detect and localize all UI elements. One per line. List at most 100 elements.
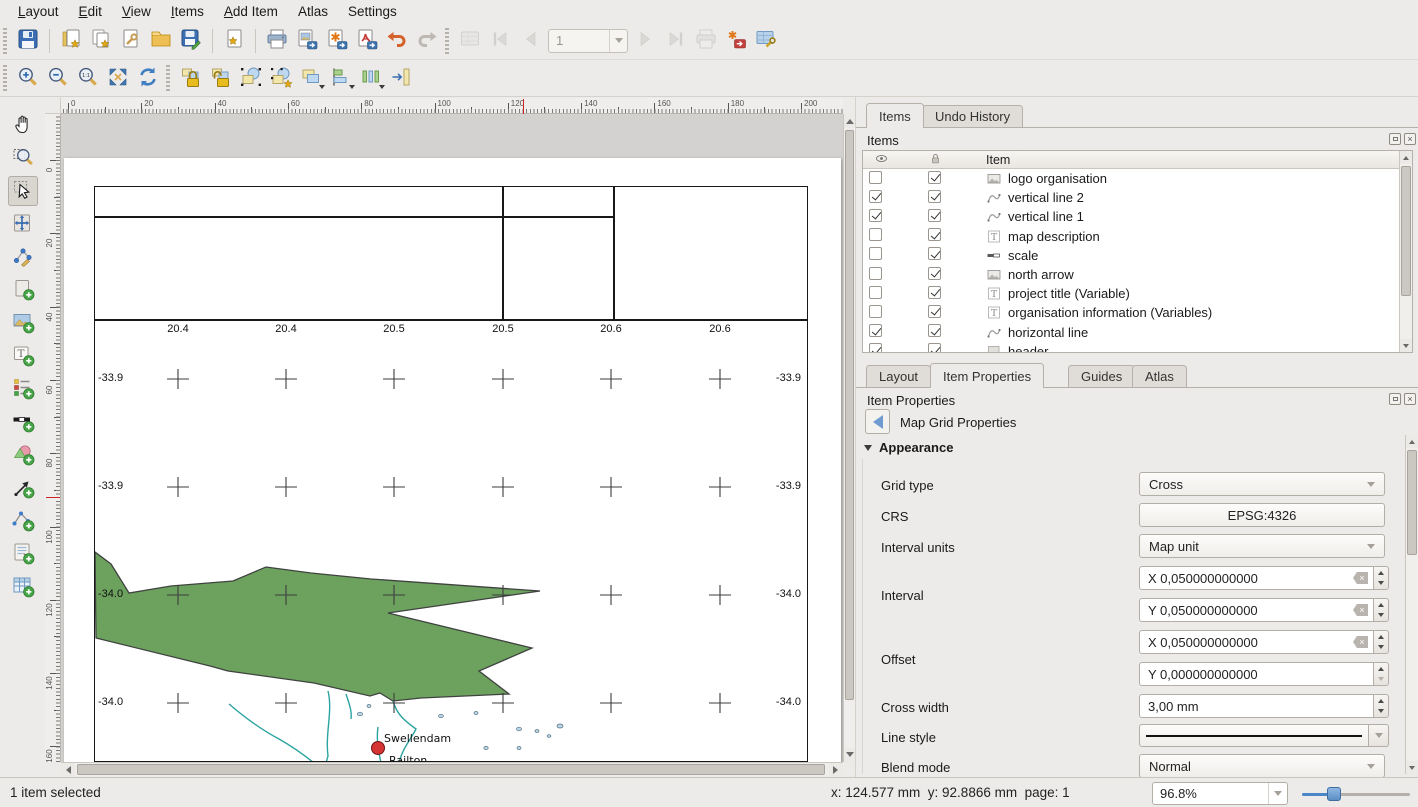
tool-add-label-button[interactable]: T <box>8 341 38 371</box>
print-button[interactable] <box>262 26 292 56</box>
tool-add-node-item-button[interactable] <box>8 506 38 536</box>
spinner-buttons[interactable] <box>1373 598 1389 622</box>
tool-move-item-content-button[interactable] <box>8 209 38 239</box>
item-lock-checkbox[interactable] <box>928 286 941 299</box>
resize-items-button[interactable] <box>386 63 416 93</box>
items-tree-row[interactable]: header <box>863 342 1412 353</box>
items-tree-row[interactable]: north arrow <box>863 265 1412 284</box>
tool-add-legend-button[interactable] <box>8 374 38 404</box>
crs-button[interactable]: EPSG:4326 <box>1139 503 1385 527</box>
tool-add-arrow-button[interactable] <box>8 473 38 503</box>
item-lock-checkbox[interactable] <box>928 190 941 203</box>
tool-add-page-button[interactable] <box>8 275 38 305</box>
save-as-template-button[interactable] <box>176 26 206 56</box>
tree-scroll-thumb[interactable] <box>1401 166 1411 296</box>
unlock-items-button[interactable] <box>206 63 236 93</box>
vertical-line-1-item[interactable] <box>502 186 504 320</box>
layout-manager-button[interactable] <box>116 26 146 56</box>
first-feature-button[interactable] <box>485 26 515 56</box>
items-tree-row[interactable]: vertical line 1 <box>863 207 1412 226</box>
item-lock-checkbox[interactable] <box>928 267 941 280</box>
props-scroll-up-icon[interactable] <box>1406 435 1418 448</box>
clear-value-icon[interactable]: × <box>1353 636 1368 648</box>
zoom-actual-button[interactable]: 1:1 <box>73 63 103 93</box>
spinner-buttons[interactable] <box>1373 630 1389 654</box>
item-lock-checkbox[interactable] <box>928 228 941 241</box>
new-layout-button[interactable] <box>56 26 86 56</box>
scroll-right-icon[interactable] <box>829 763 843 776</box>
tab-atlas[interactable]: Atlas <box>1132 365 1187 387</box>
items-tree-row[interactable]: Tproject title (Variable) <box>863 284 1412 303</box>
items-tree-row[interactable]: horizontal line <box>863 323 1412 342</box>
item-visibility-checkbox[interactable] <box>869 286 882 299</box>
tool-select-move-button[interactable] <box>8 176 38 206</box>
items-tree-row[interactable]: Torganisation information (Variables) <box>863 303 1412 322</box>
tool-add-table-button[interactable] <box>8 572 38 602</box>
tool-zoom-button[interactable] <box>8 143 38 173</box>
layout-page[interactable]: Swellendam Railton 20.420.420.520.520.62… <box>64 158 841 762</box>
zoom-level-combo[interactable]: 96.8% <box>1152 782 1288 805</box>
interval-units-select[interactable]: Map unit <box>1139 534 1385 558</box>
items-tree-row[interactable]: logo organisation <box>863 169 1412 188</box>
items-tree-row[interactable]: vertical line 2 <box>863 188 1412 207</box>
line-style-dropdown[interactable] <box>1369 724 1389 747</box>
items-tree-row[interactable]: Tmap description <box>863 227 1412 246</box>
previous-feature-button[interactable] <box>515 26 545 56</box>
export-pdf-button[interactable] <box>352 26 382 56</box>
tab-item-properties[interactable]: Item Properties <box>930 363 1044 388</box>
spinner-buttons[interactable] <box>1373 566 1389 590</box>
scroll-down-icon[interactable] <box>844 748 855 762</box>
appearance-section-header[interactable]: Appearance <box>864 440 953 455</box>
clear-value-icon[interactable]: × <box>1353 604 1368 616</box>
item-lock-checkbox[interactable] <box>928 343 941 353</box>
offset-x-spinbox[interactable]: X 0,050000000000× <box>1139 630 1389 654</box>
add-items-from-template-button[interactable] <box>146 26 176 56</box>
item-visibility-checkbox[interactable] <box>869 267 882 280</box>
props-scroll-down-icon[interactable] <box>1406 761 1418 774</box>
item-visibility-checkbox[interactable] <box>869 209 882 222</box>
item-lock-checkbox[interactable] <box>928 324 941 337</box>
tab-undo-history[interactable]: Undo History <box>922 105 1023 127</box>
interval-x-spinbox[interactable]: X 0,050000000000× <box>1139 566 1389 590</box>
layout-canvas[interactable]: Swellendam Railton 20.420.420.520.520.62… <box>61 114 843 762</box>
tab-items[interactable]: Items <box>866 103 924 128</box>
items-tree-row[interactable]: scale <box>863 246 1412 265</box>
interval-y-spinbox[interactable]: Y 0,050000000000× <box>1139 598 1389 622</box>
panel-close-icon[interactable]: × <box>1404 133 1416 145</box>
menu-edit[interactable]: Edit <box>69 2 112 21</box>
tool-add-html-button[interactable] <box>8 539 38 569</box>
items-tree-scrollbar[interactable] <box>1399 151 1412 352</box>
clear-value-icon[interactable]: × <box>1353 572 1368 584</box>
item-visibility-checkbox[interactable] <box>869 171 882 184</box>
tool-add-scalebar-button[interactable] <box>8 407 38 437</box>
tool-edit-nodes-button[interactable] <box>8 242 38 272</box>
new-report-button[interactable] <box>219 26 249 56</box>
menu-items[interactable]: Items <box>161 2 214 21</box>
print-atlas-button[interactable] <box>691 26 721 56</box>
offset-y-spinbox[interactable]: Y 0,000000000000 <box>1139 662 1389 686</box>
align-items-button[interactable] <box>326 63 356 93</box>
redo-button[interactable] <box>412 26 442 56</box>
zoom-out-button[interactable] <box>43 63 73 93</box>
menu-view[interactable]: View <box>112 2 161 21</box>
spinner-buttons[interactable] <box>1373 662 1389 686</box>
item-lock-checkbox[interactable] <box>928 305 941 318</box>
hscroll-thumb[interactable] <box>77 764 825 775</box>
menu-atlas[interactable]: Atlas <box>288 2 338 21</box>
last-feature-button[interactable] <box>661 26 691 56</box>
zoom-full-button[interactable] <box>103 63 133 93</box>
tool-add-picture-button[interactable] <box>8 308 38 338</box>
grid-type-select[interactable]: Cross <box>1139 472 1385 496</box>
duplicate-layout-button[interactable] <box>86 26 116 56</box>
item-visibility-checkbox[interactable] <box>869 305 882 318</box>
canvas-horizontal-scrollbar[interactable] <box>61 762 843 776</box>
item-lock-checkbox[interactable] <box>928 247 941 260</box>
export-svg-button[interactable] <box>322 26 352 56</box>
canvas-vertical-scrollbar[interactable] <box>843 114 855 762</box>
tool-pan-button[interactable] <box>8 110 38 140</box>
back-button[interactable] <box>865 409 890 434</box>
save-project-button[interactable] <box>13 26 43 56</box>
properties-scrollbar[interactable] <box>1405 435 1418 774</box>
scroll-left-icon[interactable] <box>61 763 75 776</box>
blend-mode-select[interactable]: Normal <box>1139 754 1385 777</box>
